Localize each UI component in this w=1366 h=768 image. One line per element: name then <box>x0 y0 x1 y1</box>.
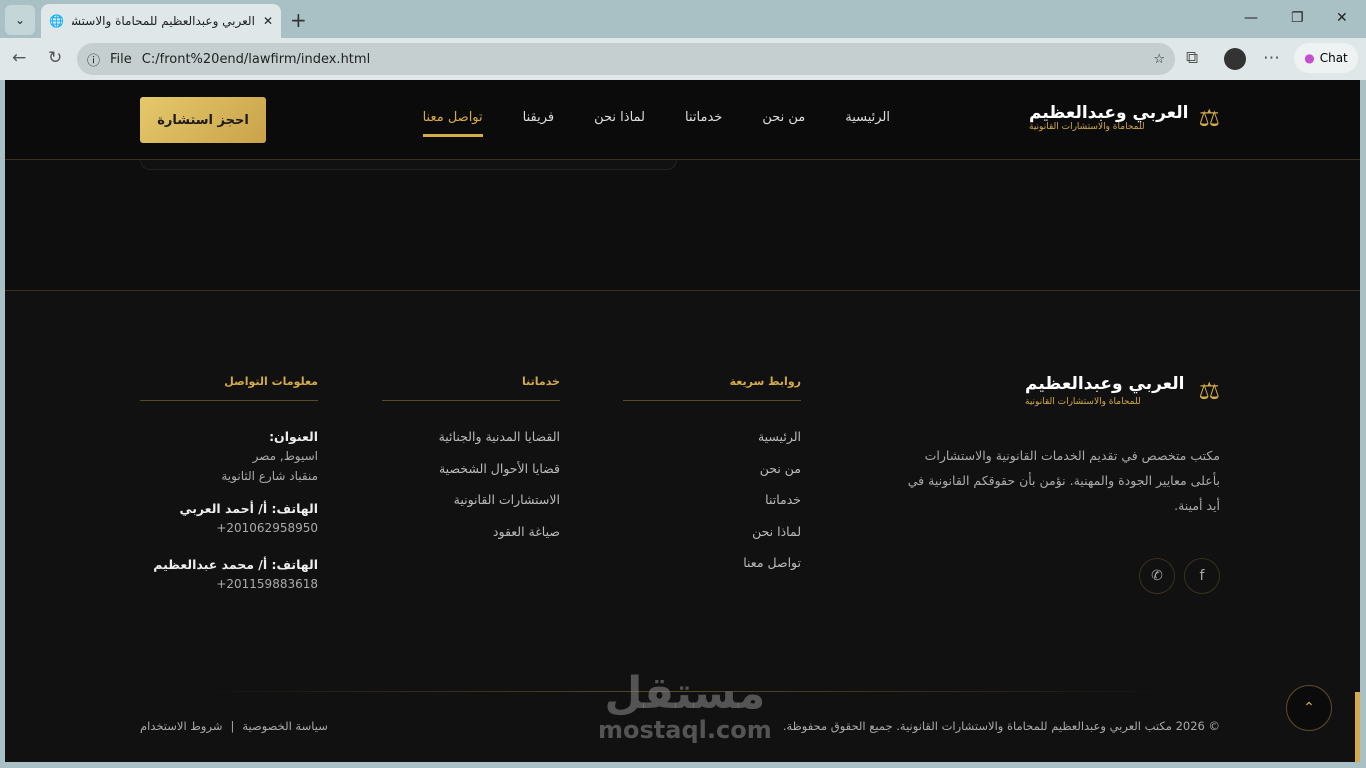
service-link[interactable]: القضايا المدنية والجنائية <box>382 429 560 461</box>
brand-subtitle: للمحاماة والاستشارات القانونية <box>1029 122 1145 132</box>
main-nav: الرئيسية من نحن خدماتنا لماذا نحن فريقنا… <box>422 110 890 137</box>
web-page: ⚖ العربي وعبدالعظيم للمحاماة والاستشارات… <box>5 80 1360 762</box>
tab-bar: ⌄ 🌐 العربي وعبدالعظيم للمحاماة والاستشار… <box>0 0 1366 38</box>
footer-brand-subtitle: للمحاماة والاستشارات القانونية <box>1025 397 1141 407</box>
footer-about: ⚖ العربي وعبدالعظيم للمحاماة والاستشارات… <box>900 375 1220 594</box>
scales-icon: ⚖ <box>1198 377 1220 405</box>
phone1-label: الهاتف: أ/ أحمد العربي <box>179 501 318 516</box>
privacy-link[interactable]: سياسة الخصوصية <box>242 719 328 733</box>
star-icon[interactable]: ☆ <box>1153 52 1165 67</box>
more-icon[interactable]: ⋯ <box>1263 48 1280 68</box>
browser-tab[interactable]: 🌐 العربي وعبدالعظيم للمحاماة والاستشارات… <box>41 4 281 38</box>
service-link[interactable]: قضايا الأحوال الشخصية <box>382 461 560 493</box>
minimize-button[interactable]: — <box>1244 10 1258 26</box>
url-text: C:/front%20end/lawfirm/index.html <box>141 51 371 67</box>
footer-link-contact[interactable]: تواصل معنا <box>623 555 801 587</box>
browser-toolbar: ← ↻ ⓘ File C:/front%20end/lawfirm/index.… <box>0 38 1366 80</box>
info-icon: ⓘ <box>87 53 101 69</box>
phone2-label: الهاتف: أ/ محمد عبدالعظيم <box>153 557 318 572</box>
watermark-ar: مستقل <box>604 668 766 719</box>
nav-team[interactable]: فريقنا <box>523 110 554 137</box>
footer-link-why-us[interactable]: لماذا نحن <box>623 524 801 556</box>
watermark-en: mostaql.com <box>598 716 772 744</box>
profile-avatar[interactable] <box>1224 48 1246 70</box>
globe-icon: 🌐 <box>49 14 64 28</box>
address-bar[interactable]: ⓘ File C:/front%20end/lawfirm/index.html… <box>77 43 1175 75</box>
address-line: منقباد شارع الثانوية <box>221 469 318 483</box>
new-tab-button[interactable]: + <box>290 8 307 32</box>
brand-name: العربي وعبدالعظيم <box>1029 103 1189 123</box>
phone1-number[interactable]: +201062958950 <box>140 521 318 535</box>
quick-links-title: روابط سريعة <box>623 375 801 401</box>
restore-button[interactable]: ❐ <box>1291 10 1304 26</box>
tab-list-button[interactable]: ⌄ <box>5 5 35 35</box>
legal-links: سياسة الخصوصية | شروط الاستخدام <box>140 719 328 733</box>
footer-brand-name: العربي وعبدالعظيم <box>1025 374 1185 394</box>
book-consultation-button[interactable]: احجز استشارة <box>140 97 266 143</box>
close-tab-icon[interactable]: ✕ <box>263 14 273 28</box>
nav-contact[interactable]: تواصل معنا <box>422 110 483 137</box>
extensions-icon[interactable]: ⧉ <box>1186 48 1198 68</box>
url-scheme: File <box>110 51 132 67</box>
contact-info: معلومات التواصل العنوان: اسيوط, مصر منقب… <box>140 375 318 597</box>
reload-icon[interactable]: ↻ <box>48 48 62 68</box>
terms-link[interactable]: شروط الاستخدام <box>140 719 222 733</box>
site-header: ⚖ العربي وعبدالعظيم للمحاماة والاستشارات… <box>5 80 1360 160</box>
quick-links: روابط سريعة الرئيسية من نحن خدماتنا لماذ… <box>623 375 801 587</box>
copyright-text: © 2026 مكتب العربي وعبدالعظيم للمحاماة و… <box>782 719 1220 733</box>
footer-link-home[interactable]: الرئيسية <box>623 429 801 461</box>
nav-why-us[interactable]: لماذا نحن <box>594 110 645 137</box>
footer-description: مكتب متخصص في تقديم الخدمات القانونية وا… <box>907 448 1220 513</box>
service-link[interactable]: صياغة العقود <box>382 524 560 556</box>
contact-title: معلومات التواصل <box>140 375 318 401</box>
nav-about[interactable]: من نحن <box>762 110 805 137</box>
services-title: خدماتنا <box>382 375 560 401</box>
back-icon[interactable]: ← <box>12 48 26 68</box>
copilot-icon: ● <box>1304 51 1315 65</box>
separator: | <box>230 719 235 733</box>
scrollbar-thumb[interactable] <box>1355 692 1360 762</box>
phone2-number[interactable]: +201159883618 <box>140 577 318 591</box>
nav-services[interactable]: خدماتنا <box>685 110 722 137</box>
footer-link-about[interactable]: من نحن <box>623 461 801 493</box>
card-bottom-edge <box>140 160 677 170</box>
nav-home[interactable]: الرئيسية <box>845 110 890 137</box>
scroll-to-top-button[interactable]: ⌃ <box>1286 685 1332 731</box>
address-label: العنوان: <box>269 429 318 444</box>
whatsapp-icon[interactable]: ✆ <box>1139 558 1175 594</box>
watermark: مستقل mostaql.com <box>598 668 772 745</box>
tab-title: العربي وعبدالعظيم للمحاماة والاستشارات <box>71 14 255 28</box>
chat-button[interactable]: ● Chat <box>1294 43 1358 73</box>
service-link[interactable]: الاستشارات القانونية <box>382 492 560 524</box>
facebook-icon[interactable]: f <box>1184 558 1220 594</box>
scales-icon: ⚖ <box>1198 104 1220 132</box>
address-line: اسيوط, مصر <box>252 449 318 463</box>
close-window-button[interactable]: ✕ <box>1336 10 1348 26</box>
brand-logo[interactable]: ⚖ العربي وعبدالعظيم للمحاماة والاستشارات… <box>1029 104 1220 132</box>
chat-label: Chat <box>1319 51 1348 65</box>
services-links: خدماتنا القضايا المدنية والجنائية قضايا … <box>382 375 560 555</box>
footer-link-services[interactable]: خدماتنا <box>623 492 801 524</box>
